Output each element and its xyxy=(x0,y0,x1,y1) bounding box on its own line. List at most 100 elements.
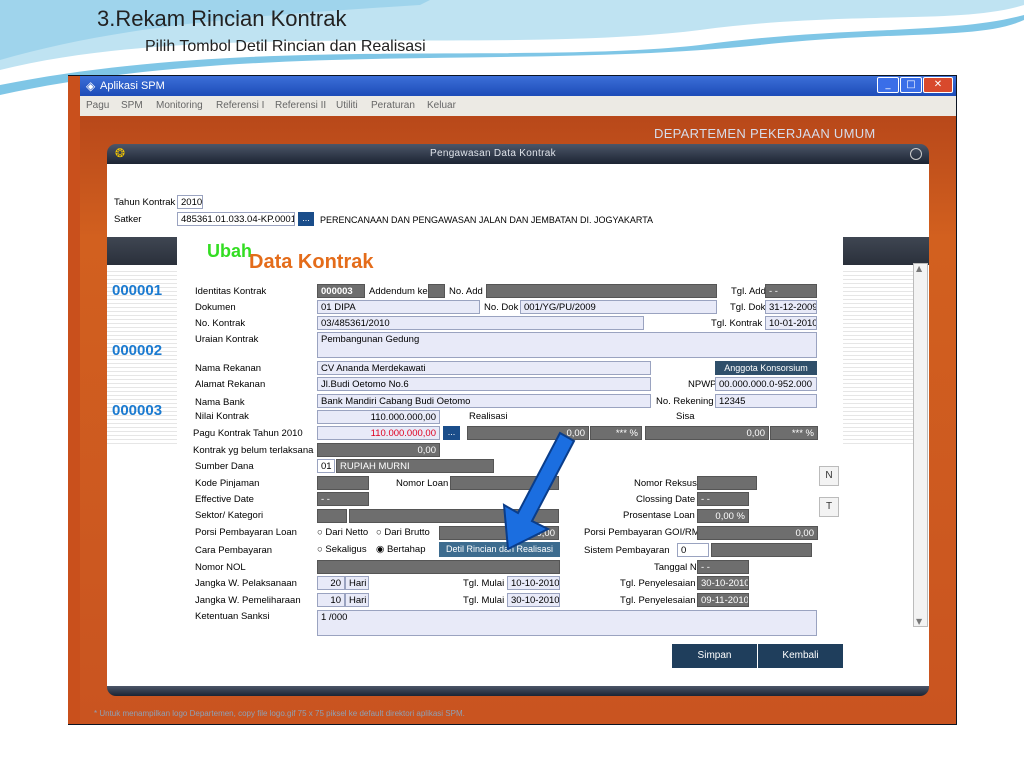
vertical-scrollbar[interactable]: ▲ ▼ xyxy=(913,263,928,627)
ketentuan-sanksi-field[interactable]: 1 /000 xyxy=(317,610,817,636)
dari-netto-label: Dari Netto xyxy=(325,527,369,538)
satker-field[interactable]: 485361.01.033.04-KP.0001 xyxy=(177,212,295,226)
sisa-label: Sisa xyxy=(676,411,695,422)
identitas-field[interactable]: 000003 xyxy=(317,284,365,298)
pagu-lookup-button[interactable]: ... xyxy=(443,426,460,440)
ketentuan-sanksi-label: Ketentuan Sanksi xyxy=(195,611,270,622)
menu-utiliti[interactable]: Utiliti xyxy=(336,100,358,111)
record-tab-1[interactable]: 000001 xyxy=(112,282,162,299)
effective-date-field[interactable]: - - xyxy=(317,492,369,506)
alamat-field[interactable]: Jl.Budi Oetomo No.6 xyxy=(317,377,651,391)
sektor-label: Sektor/ Kategori xyxy=(195,510,264,521)
addendum-field[interactable] xyxy=(428,284,445,298)
tgl-add-field[interactable]: - - xyxy=(765,284,817,298)
sisa-field[interactable]: 0,00 xyxy=(645,426,769,440)
tgl-dok-field[interactable]: 31-12-2009 xyxy=(765,300,817,314)
dari-netto-radio[interactable]: ○ Dari Netto xyxy=(317,527,368,538)
nomor-reksus-field[interactable] xyxy=(697,476,757,490)
radio-unchecked-icon: ○ xyxy=(317,544,323,555)
radio-checked-icon: ◉ xyxy=(376,544,385,555)
no-rekening-label: No. Rekening xyxy=(656,396,714,407)
tgl-kontrak-label: Tgl. Kontrak xyxy=(711,318,763,329)
nama-bank-label: Nama Bank xyxy=(195,397,245,408)
tgl-mulai-1-field[interactable]: 10-10-2010 xyxy=(507,576,560,590)
nama-rekanan-field[interactable]: CV Ananda Merdekawati xyxy=(317,361,651,375)
closing-date-label: Clossing Date xyxy=(636,494,696,505)
porsi-goi-field[interactable]: 0,00 xyxy=(697,526,818,540)
sumber-dana-code-field[interactable]: 01 xyxy=(317,459,335,473)
slide-subtitle: Pilih Tombol Detil Rincian dan Realisasi xyxy=(145,38,426,55)
pagu-kontrak-field[interactable]: 110.000.000,00 xyxy=(317,426,440,440)
slide-title: 3.Rekam Rincian Kontrak xyxy=(97,6,347,31)
nomor-reksus-label: Nomor Reksus xyxy=(634,478,697,489)
uraian-field[interactable]: Pembangunan Gedung xyxy=(317,332,817,358)
jw-pelaksanaan-unit: Hari xyxy=(345,576,369,590)
record-tab-2[interactable]: 000002 xyxy=(112,342,162,359)
anggota-konsorsium-button[interactable]: Anggota Konsorsium xyxy=(715,361,817,375)
belum-terlaksana-label: Kontrak yg belum terlaksana xyxy=(193,445,314,456)
satker-lookup-button[interactable]: ... xyxy=(298,212,314,226)
jw-pelaksanaan-field[interactable]: 20 xyxy=(317,576,345,590)
jw-pemeliharaan-label: Jangka W. Pemeliharaan xyxy=(195,595,301,606)
no-add-label: No. Add xyxy=(449,286,483,297)
jw-pelaksanaan-label: Jangka W. Pelaksanaan xyxy=(195,578,297,589)
maximize-button[interactable]: □ xyxy=(900,77,922,93)
side-t-button[interactable]: T xyxy=(819,497,839,517)
prosentase-loan-field[interactable]: 0,00 % xyxy=(697,509,749,523)
close-button[interactable]: ✕ xyxy=(923,77,953,93)
tahun-kontrak-label: Tahun Kontrak xyxy=(114,197,176,208)
record-tab-3[interactable]: 000003 xyxy=(112,402,162,419)
dialog-bottom-bar xyxy=(107,686,929,696)
realisasi-percent-field[interactable]: *** % xyxy=(590,426,642,440)
sisa-percent-field[interactable]: *** % xyxy=(770,426,818,440)
simpan-button[interactable]: Simpan xyxy=(672,644,757,668)
radio-unchecked-icon: ○ xyxy=(376,527,382,538)
dokumen-field[interactable]: 01 DIPA xyxy=(317,300,480,314)
sistem-pembayaran-field[interactable] xyxy=(711,543,812,557)
sekaligus-radio[interactable]: ○ Sekaligus xyxy=(317,544,367,555)
no-kontrak-label: No. Kontrak xyxy=(195,318,246,329)
department-label: DEPARTEMEN PEKERJAAN UMUM xyxy=(654,126,876,141)
tahun-kontrak-field[interactable]: 2010 xyxy=(177,195,203,209)
sekaligus-label: Sekaligus xyxy=(325,544,367,555)
nomor-nol-label: Nomor NOL xyxy=(195,562,246,573)
no-dok-field[interactable]: 001/YG/PU/2009 xyxy=(520,300,717,314)
menu-spm[interactable]: SPM xyxy=(121,100,143,111)
no-add-field[interactable] xyxy=(486,284,717,298)
menu-monitoring[interactable]: Monitoring xyxy=(156,100,203,111)
tgl-mulai-2-field[interactable]: 30-10-2010 xyxy=(507,593,560,607)
menu-peraturan[interactable]: Peraturan xyxy=(371,100,415,111)
left-band xyxy=(107,237,177,265)
no-rekening-field[interactable]: 12345 xyxy=(715,394,817,408)
sektor-code-field[interactable] xyxy=(317,509,347,523)
sistem-pembayaran-code-field[interactable]: 0 xyxy=(677,543,709,557)
side-n-button[interactable]: N xyxy=(819,466,839,486)
menu-pagu[interactable]: Pagu xyxy=(86,100,109,111)
bertahap-radio[interactable]: ◉ Bertahap xyxy=(376,544,426,555)
dari-brutto-radio[interactable]: ○ Dari Brutto xyxy=(376,527,430,538)
dari-brutto-label: Dari Brutto xyxy=(384,527,430,538)
scroll-down-icon[interactable]: ▼ xyxy=(916,617,922,626)
no-kontrak-field[interactable]: 03/485361/2010 xyxy=(317,316,644,330)
scroll-up-icon[interactable]: ▲ xyxy=(916,264,922,273)
menu-referensi-1[interactable]: Referensi I xyxy=(216,100,264,111)
nama-bank-field[interactable]: Bank Mandiri Cabang Budi Oetomo xyxy=(317,394,651,408)
kode-pinjaman-field[interactable] xyxy=(317,476,369,490)
menu-referensi-2[interactable]: Referensi II xyxy=(275,100,326,111)
sumber-dana-field[interactable]: RUPIAH MURNI xyxy=(336,459,494,473)
menu-keluar[interactable]: Keluar xyxy=(427,100,456,111)
dialog-close-icon[interactable] xyxy=(910,148,922,160)
nilai-kontrak-field[interactable]: 110.000.000,00 xyxy=(317,410,440,424)
kembali-button[interactable]: Kembali xyxy=(758,644,843,668)
closing-date-field[interactable]: - - xyxy=(697,492,749,506)
npwp-field[interactable]: 00.000.000.0-952.000 xyxy=(715,377,817,391)
belum-terlaksana-field[interactable]: 0,00 xyxy=(317,443,440,457)
jw-pemeliharaan-field[interactable]: 10 xyxy=(317,593,345,607)
tgl-penyelesaian-2-field[interactable]: 09-11-2010 xyxy=(697,593,749,607)
nomor-nol-field[interactable] xyxy=(317,560,560,574)
nama-rekanan-label: Nama Rekanan xyxy=(195,363,262,374)
tanggal-nol-field[interactable]: - - xyxy=(697,560,749,574)
tgl-penyelesaian-1-field[interactable]: 30-10-2010 xyxy=(697,576,749,590)
tgl-kontrak-field[interactable]: 10-01-2010 xyxy=(765,316,817,330)
minimize-button[interactable]: _ xyxy=(877,77,899,93)
